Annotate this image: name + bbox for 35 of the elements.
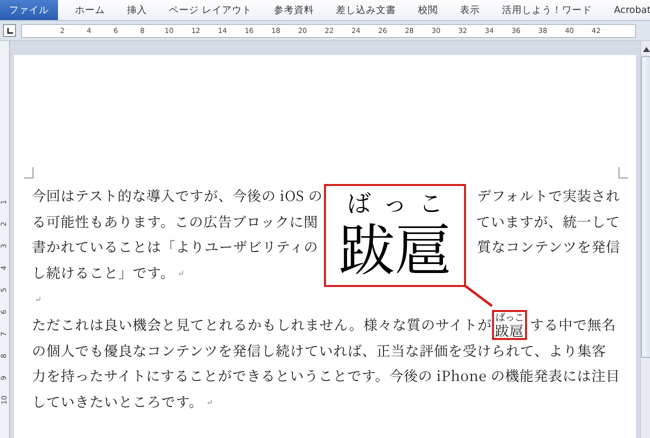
ribbon-tab[interactable]: 活用しよう！ワード (491, 0, 604, 20)
scrollbar[interactable] (640, 41, 650, 438)
body-text: し続けること」です。 (32, 263, 175, 284)
tab-stop-icon (6, 28, 12, 34)
ribbon-tab[interactable]: 校閲 (407, 0, 450, 20)
ribbon-tab[interactable]: 差し込み文書 (325, 0, 408, 20)
paragraph-mark: ↵ (206, 396, 214, 408)
paragraph-mark: ↵ (178, 268, 185, 279)
ribbon-tab[interactable]: 参考資料 (263, 0, 326, 20)
ribbon-tab[interactable]: ファイル (0, 0, 58, 20)
body-text: る可能性もあります。この広告ブロックに関 (32, 212, 318, 232)
body-text: 力を持ったサイトにすることができるということです。今後の iPhone の機能発表には注目 (32, 366, 620, 386)
highlighted-word: 跋扈 ばっこ (492, 310, 527, 340)
callout-reading: ばっこ (346, 188, 455, 216)
body-text: していきたいところです。 (32, 392, 204, 412)
body-text: 書かれていることは「よりユーザビリティの (32, 237, 318, 258)
tab-stop-selector[interactable] (3, 24, 16, 37)
ribbon-tab[interactable]: 表示 (449, 0, 492, 20)
ribbon-tab[interactable]: ホーム (64, 0, 116, 20)
ribbon-tab[interactable]: ページ レイアウト (158, 0, 264, 20)
scroll-thumb[interactable] (641, 56, 650, 358)
scroll-up-icon[interactable] (643, 47, 650, 52)
body-text: ただこれは良い機会と見てとれるかもしれません。様々な質のサイトが (32, 314, 492, 335)
callout-kanji: 跋扈 (338, 216, 451, 278)
ribbon-tab[interactable]: 挿入 (116, 0, 158, 20)
body-text: する中で無名 (530, 314, 616, 335)
paragraph-mark: ↵ (34, 294, 42, 305)
body-text: 今回はテスト的な導入ですが、今後の iOS の (32, 186, 323, 206)
body-text: の個人でも優良なコンテンツを発信し続けていれば、正当な評価を受けられて、より集客 (32, 340, 606, 361)
margin-corner-mark (24, 167, 34, 179)
ribbon-tab[interactable]: Acrobat (603, 0, 650, 20)
body-text: 質なコンテンツを発信 (477, 237, 620, 258)
body-text: ていますが、統一して (476, 212, 620, 232)
margin-corner-mark (618, 167, 628, 179)
body-text: デフォルトで実装され (477, 186, 620, 206)
